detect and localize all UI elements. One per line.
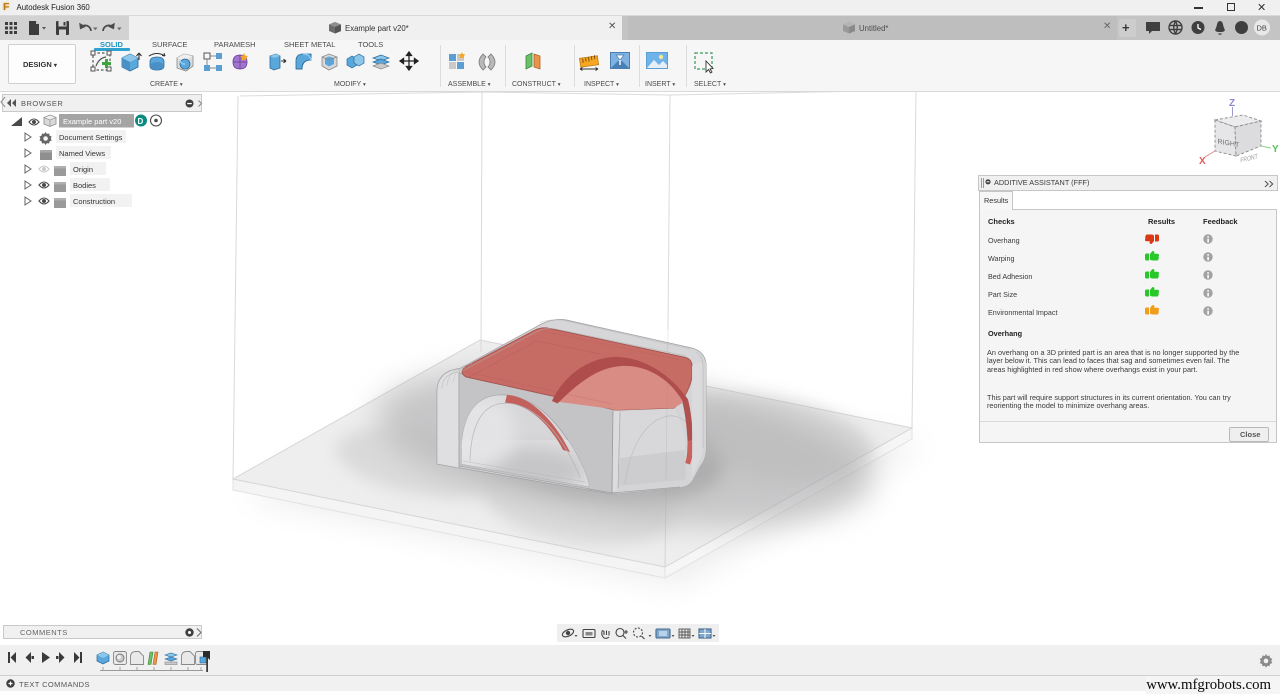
svg-text:Named Views: Named Views	[59, 149, 105, 158]
svg-text:DB: DB	[1257, 24, 1267, 33]
svg-text:X: X	[1199, 156, 1206, 167]
svg-text:Y: Y	[1272, 144, 1279, 155]
svg-text:Example part v20: Example part v20	[63, 117, 121, 126]
svg-text:Origin: Origin	[73, 165, 93, 174]
svg-text:Construction: Construction	[73, 197, 115, 206]
svg-text:Document Settings: Document Settings	[59, 133, 123, 142]
svg-text:FRONT: FRONT	[1240, 153, 1258, 165]
svg-text:?: ?	[1239, 23, 1245, 33]
svg-text:D: D	[138, 117, 144, 126]
svg-text:Bodies: Bodies	[73, 181, 96, 190]
